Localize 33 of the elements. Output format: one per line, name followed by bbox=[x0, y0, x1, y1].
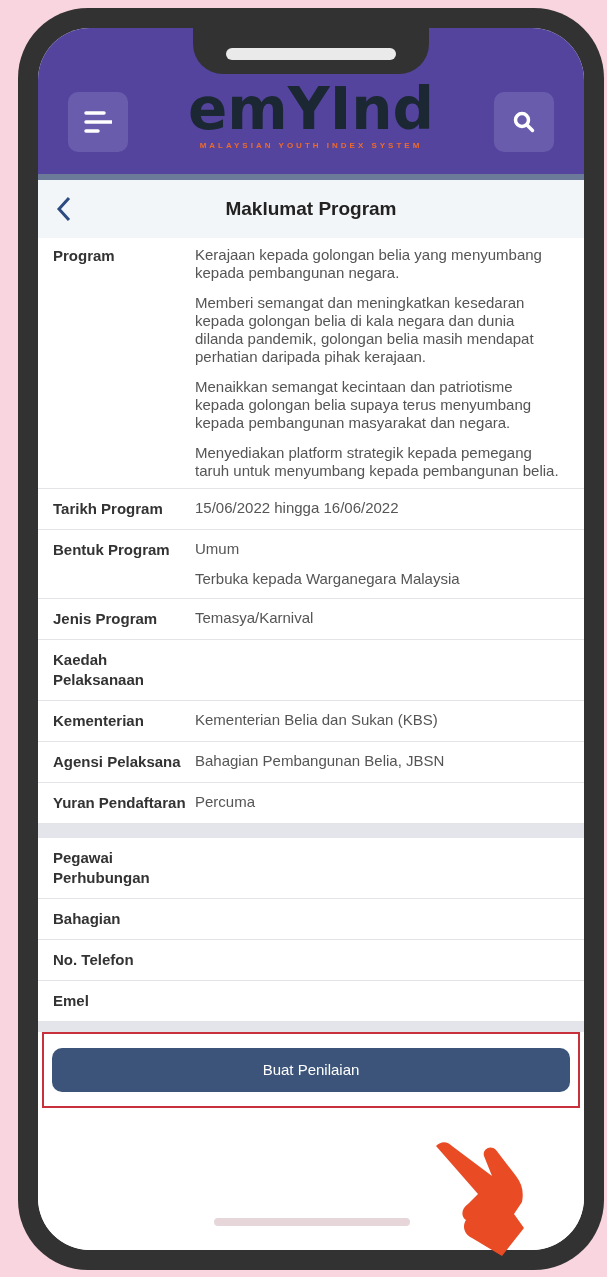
field-label: Yuran Pendaftaran bbox=[53, 793, 187, 813]
page-title: Maklumat Program bbox=[225, 196, 397, 221]
field-value: Menaikkan semangat kecintaan dan patriotisme kepada golongan belia supaya terus menyumbang kepada pembangunan masyarakat dan negara. bbox=[195, 378, 533, 432]
field-value: 15/06/2022 hingga 16/06/2022 bbox=[195, 499, 400, 517]
app-logo: emYInd bbox=[187, 78, 435, 140]
search-icon bbox=[513, 111, 535, 133]
field-label: Bentuk Program bbox=[53, 540, 171, 560]
field-label: Program bbox=[53, 246, 116, 266]
back-icon bbox=[56, 196, 72, 222]
logo-tagline: MALAYSIAN YOUTH INDEX SYSTEM bbox=[199, 140, 423, 152]
field-value: Kementerian Belia dan Sukan (KBS) bbox=[195, 711, 439, 729]
field-label: Kementerian bbox=[53, 711, 145, 731]
field-label: Tarikh Program bbox=[53, 499, 164, 519]
field-value: Bahagian Pembangunan Belia, JBSN bbox=[195, 752, 446, 770]
field-label: Jenis Program bbox=[53, 609, 159, 629]
field-label: No. Telefon bbox=[53, 950, 135, 970]
field-value: Umum bbox=[195, 540, 241, 558]
field-value: Percuma bbox=[195, 793, 257, 811]
field-label: Bahagian bbox=[53, 909, 122, 929]
back-button[interactable] bbox=[56, 196, 72, 222]
evaluate-button[interactable]: Buat Penilaian bbox=[52, 1048, 570, 1092]
field-label: Kaedah Pelaksanaan bbox=[53, 650, 145, 690]
field-value: Terbuka kepada Warganegara Malaysia bbox=[195, 570, 461, 588]
field-label: Emel bbox=[53, 991, 90, 1011]
field-label: Agensi Pelaksana bbox=[53, 752, 182, 772]
field-value: Kerajaan kepada golongan belia yang menyumbang kepada pembangunan negara. bbox=[195, 246, 543, 282]
field-value: Menyediakan platform strategik kepada pemegang taruh untuk menyumbang kepada pembangunan belia. bbox=[195, 444, 560, 480]
menu-icon bbox=[84, 109, 112, 135]
field-label: Pegawai Perhubungan bbox=[53, 848, 151, 888]
menu-button[interactable] bbox=[68, 92, 128, 152]
search-button[interactable] bbox=[494, 92, 554, 152]
field-value: Memberi semangat dan meningkatkan kesedaran kepada golongan belia di kala negara dan dunia dilanda pandemik, golongan belia masih mendapat perhatian daripada pihak kerajaan. bbox=[195, 294, 535, 366]
field-value: Temasya/Karnival bbox=[195, 609, 315, 627]
